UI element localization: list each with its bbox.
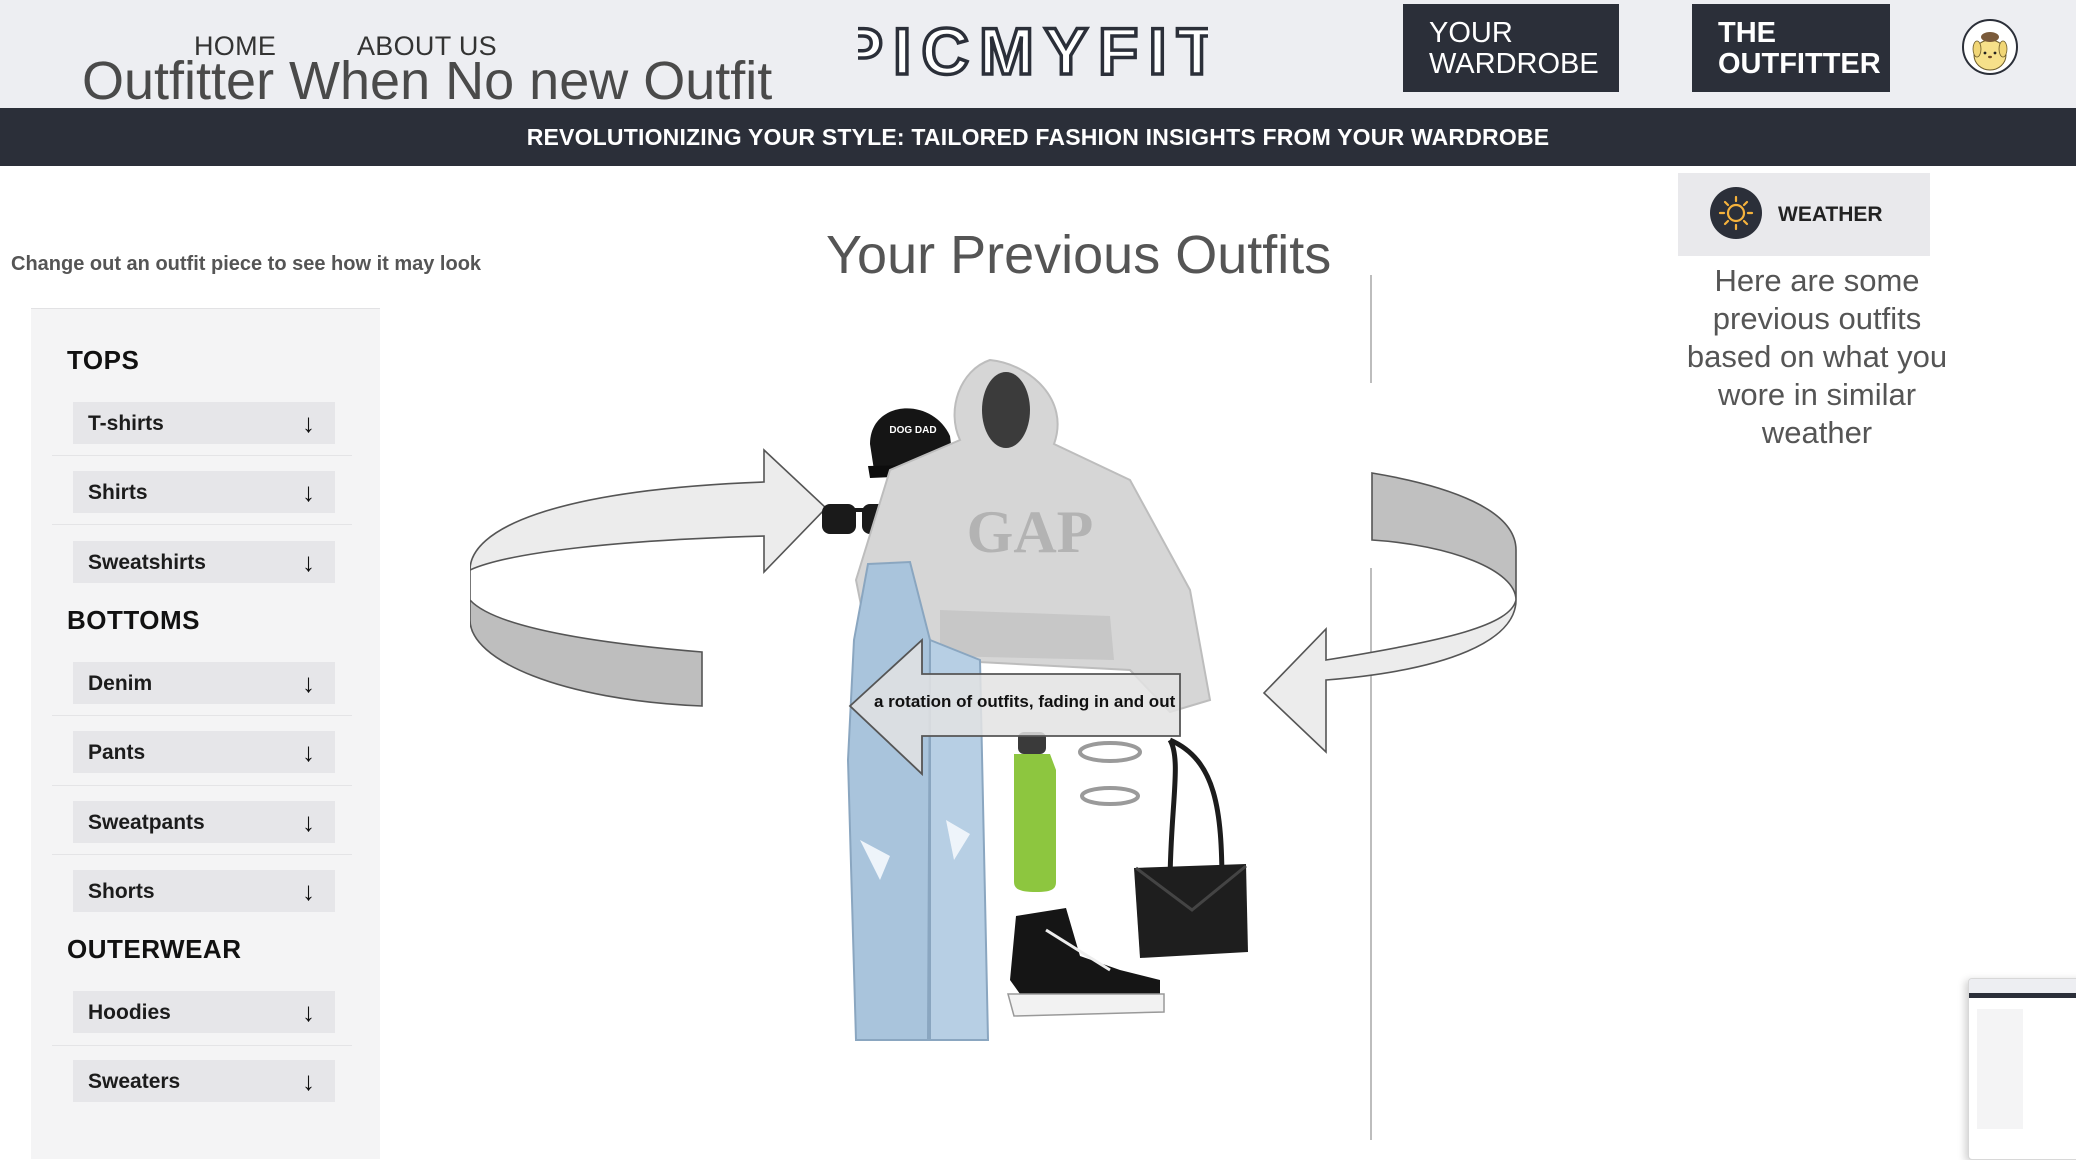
hoodie-print-text: GAP bbox=[967, 499, 1094, 565]
weather-button[interactable]: WEATHER bbox=[1678, 173, 1930, 256]
sun-icon bbox=[1710, 187, 1762, 239]
divider bbox=[52, 1045, 352, 1046]
dropdown-label: Pants bbox=[88, 741, 146, 764]
weather-description: Here are some previous outfits based on … bbox=[1686, 263, 1948, 450]
divider bbox=[52, 524, 352, 525]
arrow-down-icon: ↓ bbox=[302, 876, 315, 906]
black-handbag-icon bbox=[1134, 737, 1248, 958]
arrow-down-icon: ↓ bbox=[302, 408, 315, 438]
your-wardrobe-button[interactable]: YOUR WARDROBE bbox=[1403, 4, 1619, 92]
thumb-banner bbox=[1969, 993, 2076, 998]
arrow-down-icon: ↓ bbox=[302, 1066, 315, 1096]
dropdown-denim[interactable]: Denim ↓ bbox=[73, 662, 335, 704]
dropdown-hoodies[interactable]: Hoodies ↓ bbox=[73, 991, 335, 1033]
dropdown-sweatpants[interactable]: Sweatpants ↓ bbox=[73, 801, 335, 843]
pompompurin-avatar-icon bbox=[1972, 32, 2008, 71]
weather-label: WEATHER bbox=[1778, 203, 1883, 226]
carousel-caption: a rotation of outfits, fading in and out bbox=[874, 692, 1176, 711]
dropdown-label: T-shirts bbox=[88, 412, 164, 435]
dropdown-sweatshirts[interactable]: Sweatshirts ↓ bbox=[73, 541, 335, 583]
divider bbox=[52, 715, 352, 716]
dropdown-label: Denim bbox=[88, 672, 153, 695]
user-avatar[interactable] bbox=[1962, 19, 2018, 75]
outfit-hint-text: Change out an outfit piece to see how it… bbox=[11, 253, 482, 275]
dropdown-label: Shirts bbox=[88, 481, 148, 504]
divider bbox=[52, 455, 352, 456]
arrow-down-icon: ↓ bbox=[302, 997, 315, 1027]
thumb-panel bbox=[1977, 1009, 2023, 1129]
category-title-outerwear: OUTERWEAR bbox=[67, 934, 242, 964]
dropdown-pants[interactable]: Pants ↓ bbox=[73, 731, 335, 773]
arrow-down-icon: ↓ bbox=[302, 668, 315, 698]
dropdown-label: Sweaters bbox=[88, 1070, 181, 1093]
dropdown-shorts[interactable]: Shorts ↓ bbox=[73, 870, 335, 912]
rings-icon bbox=[1078, 741, 1142, 806]
logo-text: PICMYFIT bbox=[858, 14, 1208, 88]
arrow-down-icon: ↓ bbox=[302, 477, 315, 507]
divider bbox=[52, 785, 352, 786]
rotate-left-arrow-icon[interactable] bbox=[470, 448, 828, 707]
arrow-down-icon: ↓ bbox=[302, 547, 315, 577]
dropdown-label: Sweatshirts bbox=[88, 551, 206, 574]
previous-outfits-title: Your Previous Outfits bbox=[826, 225, 1332, 285]
dropdown-label: Shorts bbox=[88, 880, 155, 903]
category-panel: TOPS T-shirts ↓ Shirts ↓ Sweatshirts ↓ B… bbox=[31, 308, 380, 1159]
dropdown-label: Sweatpants bbox=[88, 811, 205, 834]
category-title-bottoms: BOTTOMS bbox=[67, 605, 201, 635]
thumb-header bbox=[1969, 979, 2076, 993]
top-header: HOME ABOUT US Outfitter When No new Outf… bbox=[0, 0, 2076, 108]
dropdown-label: Hoodies bbox=[88, 1001, 171, 1024]
divider bbox=[52, 854, 352, 855]
dropdown-shirts[interactable]: Shirts ↓ bbox=[73, 471, 335, 513]
water-bottle-icon bbox=[1014, 732, 1056, 892]
tagline-banner: REVOLUTIONIZING YOUR STYLE: TAILORED FAS… bbox=[0, 108, 2076, 166]
category-title-tops: TOPS bbox=[67, 345, 140, 375]
cap-print-text: DOG DAD bbox=[889, 425, 936, 436]
the-outfitter-button[interactable]: THE OUTFITTER bbox=[1692, 4, 1890, 92]
page-heading: Outfitter When No new Outfit bbox=[82, 51, 773, 111]
dropdown-sweaters[interactable]: Sweaters ↓ bbox=[73, 1060, 335, 1102]
rotate-right-arrow-icon[interactable] bbox=[1262, 472, 1517, 754]
arrow-down-icon: ↓ bbox=[302, 807, 315, 837]
dropdown-tshirts[interactable]: T-shirts ↓ bbox=[73, 402, 335, 444]
screenshot-thumbnail-preview[interactable] bbox=[1968, 978, 2076, 1160]
arrow-down-icon: ↓ bbox=[302, 737, 315, 767]
picmyfit-logo[interactable]: PICMYFIT bbox=[858, 6, 1208, 96]
